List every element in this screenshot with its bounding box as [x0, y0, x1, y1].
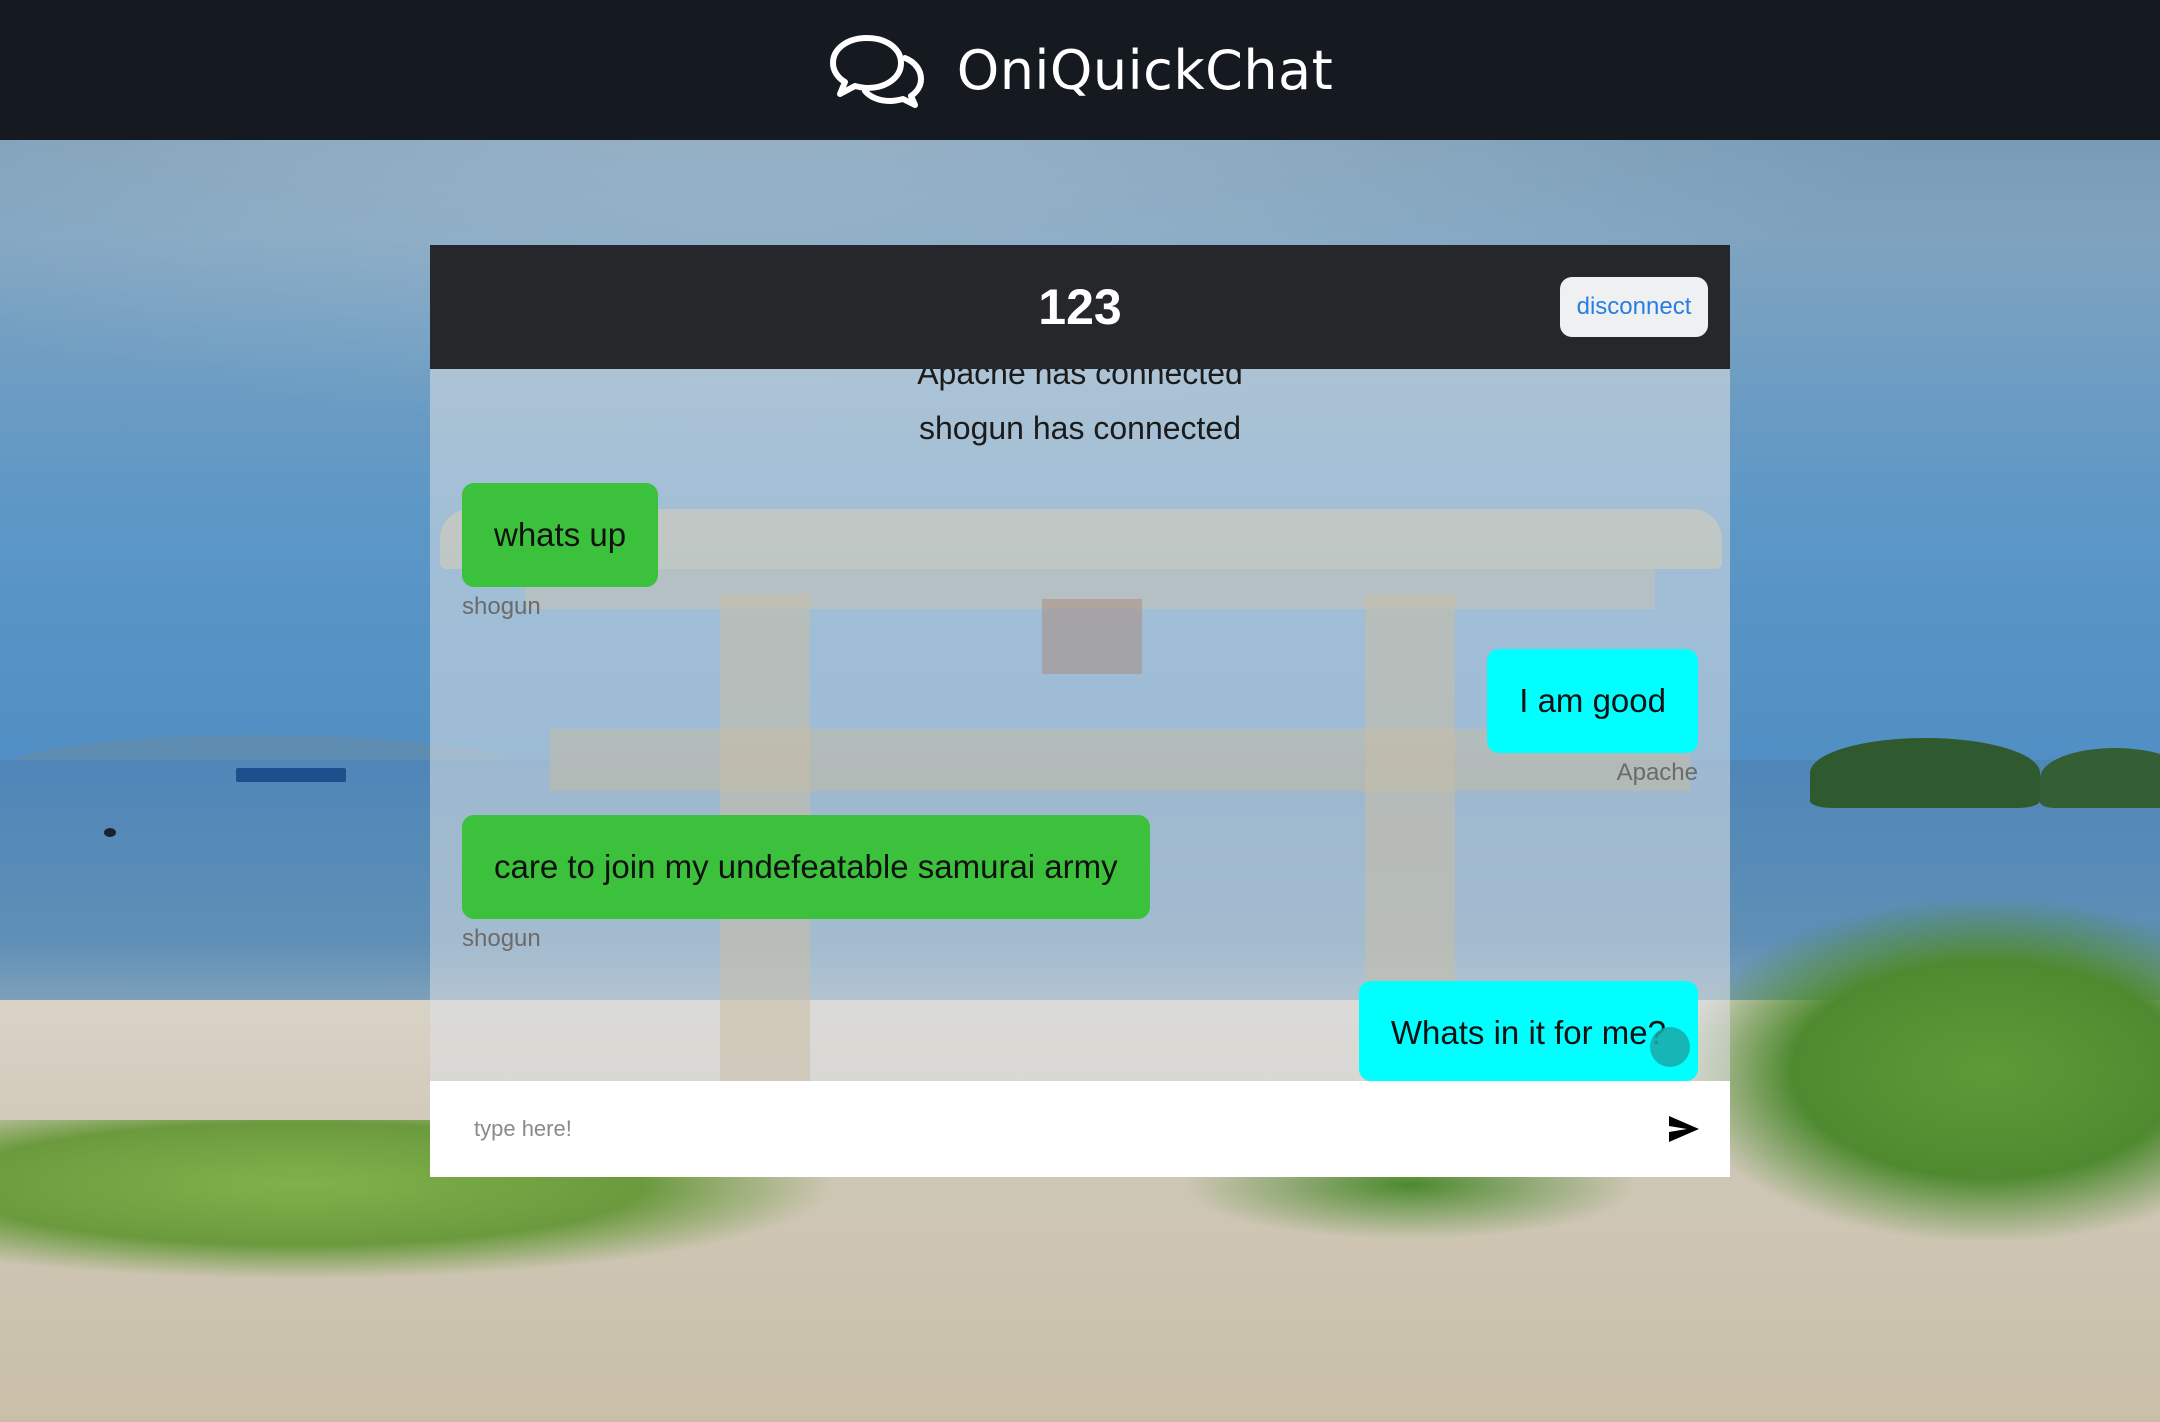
- chat-bubbles-icon: [829, 35, 924, 108]
- brand[interactable]: OniQuickChat: [827, 32, 1334, 108]
- messages-list[interactable]: Apache has connected shogun has connecte…: [430, 245, 1730, 1177]
- buoy: [104, 828, 116, 837]
- app-title: OniQuickChat: [956, 38, 1334, 102]
- ship: [236, 768, 346, 782]
- message-composer: [430, 1081, 1730, 1177]
- send-button[interactable]: [1662, 1107, 1706, 1151]
- message-sender: shogun: [462, 925, 541, 952]
- message-sender: Apache: [1616, 759, 1698, 786]
- message-bubble: care to join my undefeatable samurai arm…: [462, 815, 1150, 919]
- message-input[interactable]: [430, 1081, 1634, 1177]
- system-message: shogun has connected: [918, 410, 1242, 446]
- message-bubble: Whats in it for me?: [1358, 981, 1698, 1081]
- system-message: Apache has connected: [917, 369, 1243, 391]
- island: [1810, 738, 2040, 808]
- grass: [1680, 900, 2160, 1240]
- send-arrow-icon: [1669, 1116, 1699, 1142]
- top-navbar: OniQuickChat: [0, 0, 2160, 140]
- cursor-indicator: [1650, 1027, 1690, 1067]
- message-bubble: I am good: [1487, 649, 1698, 753]
- message-bubble: whats up: [462, 483, 659, 587]
- message-sender: shogun: [462, 593, 541, 620]
